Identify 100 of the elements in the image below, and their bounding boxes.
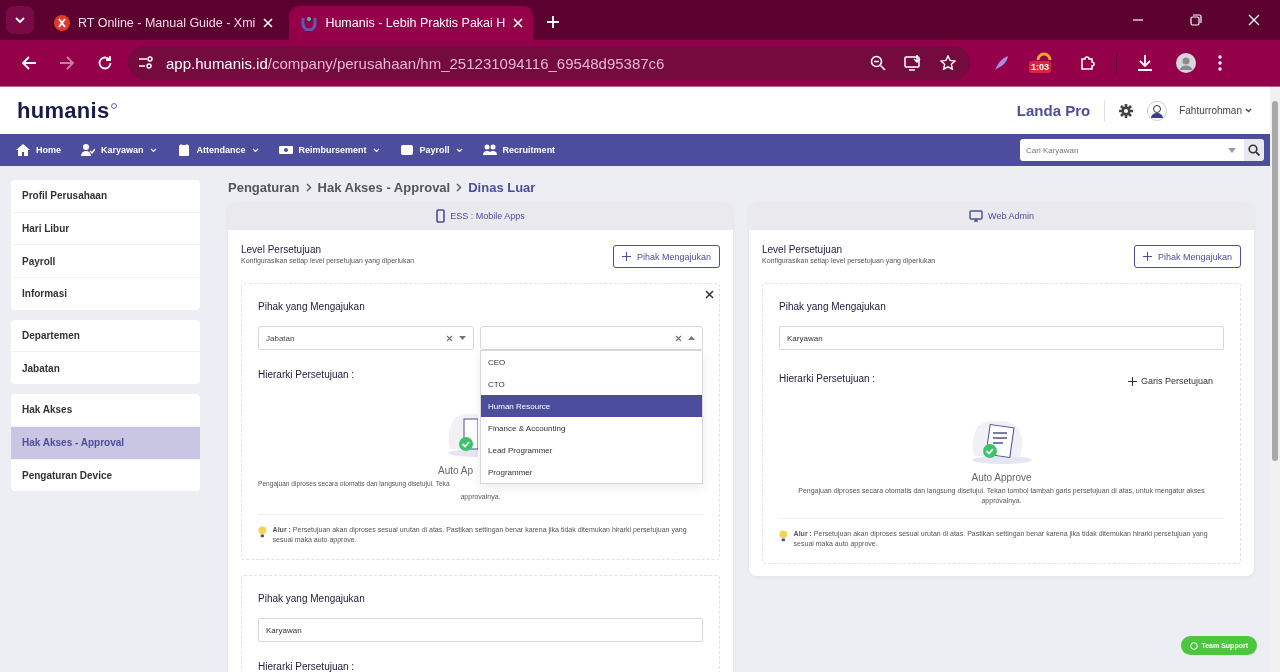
- caret-icon[interactable]: [1228, 148, 1236, 153]
- close-icon[interactable]: [705, 290, 714, 299]
- card-heading: Pihak yang Mengajukan: [779, 301, 887, 312]
- sidebar-item[interactable]: Hak Akses - Approval: [11, 426, 200, 460]
- dropdown-option[interactable]: Finance & Accounting: [481, 417, 702, 439]
- plus-icon: [1142, 252, 1152, 261]
- banknote-icon: [278, 144, 293, 156]
- download-icon[interactable]: [1136, 54, 1154, 72]
- caret-icon: [251, 147, 259, 153]
- tab-search-button[interactable]: [6, 6, 34, 34]
- extension-badge[interactable]: 1:03: [1032, 51, 1056, 75]
- user-check-icon: [81, 144, 95, 156]
- dropdown-option[interactable]: Human Resource: [481, 395, 702, 417]
- add-party-button[interactable]: Pihak Mengajukan: [612, 245, 720, 268]
- hierarchy-label: Hierarki Persetujuan :: [779, 372, 876, 384]
- add-line-button[interactable]: Garis Persetujuan: [1121, 375, 1219, 387]
- humanis-logo-icon: [301, 15, 318, 31]
- clear-icon[interactable]: [675, 334, 682, 342]
- reload-icon[interactable]: [97, 55, 113, 71]
- breadcrumb-item[interactable]: Pengaturan: [228, 180, 300, 195]
- caret-icon: [459, 336, 466, 340]
- sidebar-item[interactable]: Pengaturan Device: [11, 459, 200, 492]
- sidebar-item[interactable]: Jabatan: [11, 352, 200, 385]
- browser-tab[interactable]: Humanis - Lebih Praktis Pakai H: [289, 6, 534, 40]
- nav-item[interactable]: Payroll: [393, 144, 469, 156]
- breadcrumb-item[interactable]: Hak Akses - Approval: [317, 180, 451, 195]
- monitor-icon: [969, 210, 984, 222]
- nav-item[interactable]: Karyawan: [75, 144, 163, 156]
- phone-icon: [436, 209, 446, 223]
- nav-item[interactable]: Reimbursement: [272, 144, 386, 156]
- x-logo-icon: [54, 15, 70, 31]
- panel-title: Web Admin: [988, 211, 1034, 221]
- dropdown-option[interactable]: Programmer: [481, 461, 702, 483]
- nav-item[interactable]: Home: [10, 144, 67, 156]
- employee-search-field[interactable]: Cari Karyawan: [1020, 139, 1244, 161]
- search-icon: [1248, 144, 1260, 156]
- new-tab-icon[interactable]: [547, 16, 560, 28]
- zoom-icon[interactable]: [870, 55, 886, 71]
- sidebar-item[interactable]: Hak Akses: [11, 394, 200, 427]
- select-field[interactable]: Jabatan: [258, 326, 474, 350]
- chevron-icon: [456, 183, 463, 192]
- settings-icon[interactable]: [1119, 103, 1134, 118]
- humanis-logo[interactable]: humanis: [17, 97, 110, 124]
- menu-icon[interactable]: [1218, 55, 1222, 71]
- user-avatar: [1147, 100, 1168, 121]
- registered-icon: [110, 102, 117, 109]
- empty-state-title: Auto Approve: [971, 472, 1032, 483]
- panel-title: ESS : Mobile Apps: [450, 211, 525, 221]
- url-text: app.humanis.id/company/perusahaan/hm_251231094116_69548d95387c6: [166, 54, 665, 72]
- dropdown-option[interactable]: CTO: [481, 373, 702, 395]
- plus-icon: [1127, 376, 1137, 386]
- chevron-down-icon: [14, 14, 26, 26]
- sidebar-item[interactable]: Payroll: [11, 245, 200, 279]
- chevron-icon: [305, 183, 312, 192]
- nav-item[interactable]: Recruitment: [476, 144, 562, 156]
- caret-icon: [455, 147, 463, 153]
- select-field[interactable]: [480, 326, 703, 350]
- section-title: Level Persetujuan: [762, 244, 844, 255]
- address-bar[interactable]: app.humanis.id/company/perusahaan/hm_251231094116_69548d95387c6: [128, 46, 970, 80]
- company-name: Landa Pro: [1016, 102, 1091, 119]
- clear-icon[interactable]: [446, 334, 453, 342]
- users-icon: [482, 144, 497, 156]
- feather-icon[interactable]: [993, 55, 1009, 71]
- party-field[interactable]: Karyawan: [779, 326, 1224, 350]
- browser-tab[interactable]: RT Online - Manual Guide - Xmi: [42, 6, 284, 40]
- add-party-button[interactable]: Pihak Mengajukan: [1133, 245, 1241, 268]
- nav-item[interactable]: Attendance: [170, 144, 265, 156]
- party-field[interactable]: Karyawan: [258, 618, 703, 642]
- calendar-icon: [176, 144, 191, 156]
- user-menu[interactable]: Fahturrohman: [1173, 104, 1258, 117]
- star-icon[interactable]: [940, 55, 956, 71]
- section-title: Level Persetujuan: [241, 244, 323, 255]
- dropdown-option[interactable]: CEO: [481, 351, 702, 373]
- scrollbar[interactable]: [1270, 87, 1280, 672]
- caret-icon: [372, 147, 380, 153]
- forward-icon[interactable]: [59, 55, 75, 71]
- card-heading: Pihak yang Mengajukan: [258, 301, 366, 312]
- back-icon[interactable]: [21, 55, 37, 71]
- rainbow-icon: [1036, 51, 1052, 60]
- card-heading: Pihak yang Mengajukan: [258, 593, 366, 604]
- sidebar-item[interactable]: Profil Perusahaan: [11, 180, 200, 213]
- plus-icon: [621, 252, 631, 261]
- tab-title: RT Online - Manual Guide - Xmi: [78, 16, 256, 30]
- sidebar-item[interactable]: Informasi: [11, 278, 200, 310]
- sidebar-item[interactable]: Departemen: [11, 319, 200, 353]
- sidebar-item[interactable]: Hari Libur: [11, 212, 200, 246]
- profile-avatar[interactable]: [1176, 53, 1196, 73]
- dropdown-option[interactable]: Lead Programmer: [481, 439, 702, 461]
- search-button[interactable]: [1244, 139, 1264, 161]
- hierarchy-label: Hierarki Persetujuan :: [258, 369, 355, 380]
- breadcrumb-item: Dinas Luar: [468, 180, 536, 195]
- restore-icon[interactable]: [1190, 14, 1202, 26]
- install-icon[interactable]: [904, 55, 922, 71]
- empty-state-title: Auto Ap: [438, 465, 474, 476]
- lightbulb-icon: [779, 529, 788, 543]
- puzzle-icon[interactable]: [1079, 54, 1097, 72]
- wallet-icon: [399, 144, 414, 156]
- site-settings-icon[interactable]: [138, 56, 154, 70]
- document-check-illustration: [446, 411, 478, 457]
- caret-icon: [149, 147, 157, 153]
